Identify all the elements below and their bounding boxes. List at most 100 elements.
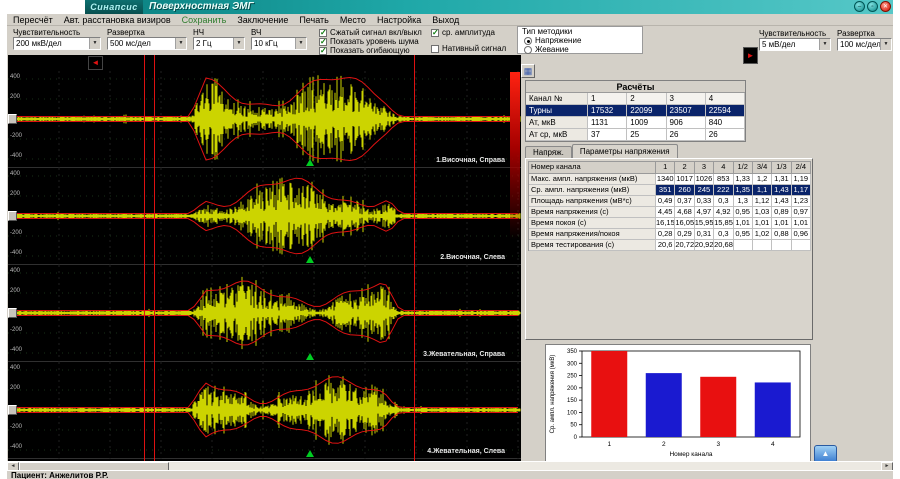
cell: 0,3 [714, 196, 733, 207]
channel-zero-handle[interactable] [8, 211, 17, 221]
menu-item[interactable]: Сохранить [182, 15, 227, 25]
radio-option[interactable]: Напряжение [524, 36, 581, 45]
channel-zero-handle[interactable] [8, 114, 17, 124]
checkbox-checked[interactable] [319, 29, 327, 37]
checkbox-option[interactable]: Показать огибающую [319, 46, 422, 55]
high-freq-select[interactable]: 10 кГц ▼ [251, 37, 307, 50]
checkbox-checked[interactable] [319, 38, 327, 46]
horizontal-scrollbar[interactable]: ◄ ► [7, 461, 893, 470]
calc-table-row[interactable]: Ат ср, мкВ37252626 [526, 129, 745, 141]
calc-table-row[interactable]: Ат, мкВ11311009906840 [526, 117, 745, 129]
y-tick-label: 150 [567, 398, 578, 404]
column-header[interactable]: 4 [714, 162, 733, 174]
sweep-select[interactable]: 500 мс/дел ▼ [107, 37, 187, 50]
radio[interactable] [524, 46, 532, 54]
checkbox-option[interactable]: Нативный сигнал [431, 44, 506, 53]
right-sensitivity-select[interactable]: 5 мВ/дел ▼ [759, 38, 831, 51]
y-tick-label: 0 [574, 435, 578, 441]
channel-zero-handle[interactable] [8, 405, 17, 415]
column-header[interactable]: Номер канала [529, 162, 656, 174]
params-table-row[interactable]: Время покоя (с)16,1516,0515,9515,851,011… [529, 218, 811, 229]
emg-channel: 400200-200-4001.Височная, Справа [8, 71, 521, 168]
calc-table-row[interactable]: Турны17532220992350722594 [526, 105, 745, 117]
checkbox-option[interactable]: Сжатый сигнал вкл/выкл [319, 28, 422, 37]
menu-item[interactable]: Место [340, 15, 366, 25]
chevron-down-icon[interactable]: ▼ [89, 38, 100, 49]
cell: 222 [714, 185, 733, 196]
column-header[interactable]: 1/3 [772, 162, 791, 174]
params-table-row[interactable]: Макс. ампл. напряжения (мкВ)134010171026… [529, 174, 811, 185]
checkbox-option[interactable]: Показать уровень шума [319, 37, 422, 46]
menu-item[interactable]: Печать [299, 15, 328, 25]
params-table-row[interactable]: Ср. ампл. напряжения (мкВ)3512602452221,… [529, 185, 811, 196]
menu-item[interactable]: Авт. расстановка визиров [64, 15, 171, 25]
channel-zero-handle[interactable] [8, 308, 17, 318]
scroll-left-button[interactable]: ◄ [88, 56, 103, 70]
cell: 0,29 [675, 229, 694, 240]
chevron-down-icon[interactable]: ▼ [295, 38, 306, 49]
cell: 1017 [675, 174, 694, 185]
cursor-line[interactable] [144, 55, 145, 461]
sensitivity-select[interactable]: 200 мкВ/дел ▼ [13, 37, 101, 50]
checkbox-checked[interactable] [431, 29, 439, 37]
chevron-down-icon[interactable]: ▼ [880, 39, 891, 50]
low-freq-select[interactable]: 2 Гц ▼ [193, 37, 245, 50]
marker-triangle-icon[interactable] [306, 159, 314, 166]
close-button[interactable]: ✕ [880, 1, 891, 12]
cursor-line[interactable] [414, 55, 415, 461]
tab-page: Номер канала12341/23/41/32/4Макс. ампл. … [525, 158, 813, 340]
right-sweep-select[interactable]: 100 мс/дел ▼ [837, 38, 892, 51]
channel-label: 3.Жевательная, Справа [423, 351, 505, 358]
marker-triangle-icon[interactable] [306, 353, 314, 360]
radio-option[interactable]: Жевание [524, 45, 581, 54]
marker-triangle-icon[interactable] [306, 450, 314, 457]
patient-status: Пациент: Анжелитов Р.Р. [11, 471, 108, 479]
row-label: Турны [526, 105, 588, 117]
radio-selected[interactable] [524, 37, 532, 45]
column-header[interactable]: 2/4 [792, 162, 811, 174]
chevron-down-icon[interactable]: ▼ [175, 38, 186, 49]
waveform-path [8, 375, 520, 445]
column-header[interactable]: 2 [675, 162, 694, 174]
cell: 16,15 [656, 218, 675, 229]
cell [753, 240, 772, 251]
x-tick-label: 3 [716, 441, 720, 448]
params-table-row[interactable]: Время напряжения (с)4,454,684,974,920,95… [529, 207, 811, 218]
minimize-button[interactable]: – [854, 1, 865, 12]
tab[interactable]: Параметры напряжения [572, 144, 678, 158]
params-table-row[interactable]: Время тестирования (с)20,620,7220,9220,6… [529, 240, 811, 251]
menu-item[interactable]: Настройка [377, 15, 421, 25]
checkbox-unchecked[interactable] [431, 45, 439, 53]
cursor-line[interactable] [154, 55, 155, 461]
cell: 840 [706, 117, 745, 129]
column-header[interactable]: 1/2 [734, 162, 753, 174]
maximize-button[interactable]: ▫ [867, 1, 878, 12]
grid-tool-button[interactable]: ▦ [521, 64, 535, 78]
tab[interactable]: Напряж. [525, 146, 572, 158]
column-header[interactable]: 3/4 [753, 162, 772, 174]
column-header[interactable]: 1 [656, 162, 675, 174]
column-header[interactable]: 3 [695, 162, 714, 174]
cell: 1,43 [772, 185, 791, 196]
row-label: Время напряжения (с) [529, 207, 656, 218]
menu-item[interactable]: Заключение [237, 15, 288, 25]
checkbox-checked[interactable] [319, 47, 327, 55]
params-table-row[interactable]: Площадь напряжения (мВ*с)0,490,370,330,3… [529, 196, 811, 207]
marker-triangle-icon[interactable] [306, 256, 314, 263]
window-title: Поверхностная ЭМГ [149, 0, 254, 14]
method-type-group: Тип методики НапряжениеЖевание [517, 26, 643, 54]
checkbox-label: Нативный сигнал [442, 44, 506, 53]
params-table-row[interactable]: Время напряжения/покоя0,280,290,310,30,9… [529, 229, 811, 240]
waveform-path [8, 75, 520, 162]
chevron-down-icon[interactable]: ▼ [819, 39, 830, 50]
chevron-down-icon[interactable]: ▼ [233, 38, 244, 49]
row-label: Ср. ампл. напряжения (мкВ) [529, 185, 656, 196]
calc-table-row[interactable]: Канал №1234 [526, 93, 745, 105]
menu-item[interactable]: Выход [432, 15, 459, 25]
calc-title: Расчёты [526, 81, 745, 93]
checkbox-option[interactable]: ср. амплитуда [431, 28, 506, 37]
amplitude-tick: -400 [10, 153, 22, 159]
cell: 1,01 [772, 218, 791, 229]
menu-item[interactable]: Пересчёт [13, 15, 53, 25]
scroll-right-button[interactable]: ► [743, 47, 758, 64]
